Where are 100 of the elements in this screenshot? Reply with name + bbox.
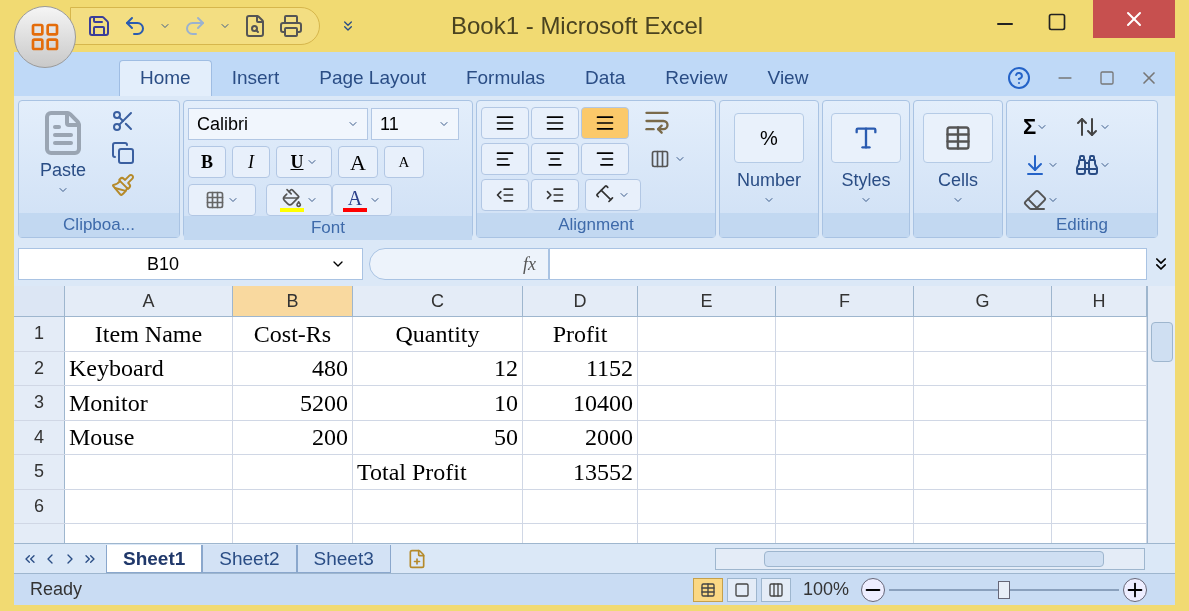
column-header[interactable]: G — [914, 286, 1052, 316]
borders-button[interactable] — [188, 184, 256, 216]
table-cell-text: 5200 — [300, 388, 348, 418]
align-right-button[interactable] — [581, 143, 629, 175]
horizontal-scrollbar[interactable] — [715, 547, 1145, 570]
table-cell-text: Monitor — [69, 388, 148, 418]
group-label: Editing — [1056, 214, 1108, 237]
view-icon — [699, 581, 716, 598]
window-title: Book1 - Microsoft Excel — [451, 11, 704, 41]
table-cell-text: 1152 — [585, 354, 633, 384]
name-box[interactable]: B10 — [18, 248, 363, 280]
decrease-indent-icon — [495, 185, 515, 205]
zoom-slider[interactable] — [889, 578, 1119, 601]
view-icon — [733, 581, 750, 598]
view-button[interactable] — [692, 577, 723, 602]
table-cell-text: Mouse — [69, 423, 135, 453]
help-icon[interactable] — [1007, 66, 1031, 90]
bold-button[interactable]: B — [188, 146, 226, 178]
undo-icon[interactable] — [123, 14, 147, 38]
row-header[interactable]: 6 — [14, 489, 65, 523]
zoom-thumb[interactable] — [998, 580, 1010, 599]
table-cell-text: 480 — [312, 354, 348, 384]
increase-indent-button[interactable] — [531, 179, 579, 211]
ribbon-tab[interactable]: Page Layout — [299, 60, 446, 96]
table-cell-text: Quantity — [395, 319, 480, 349]
ribbon-tab[interactable]: Review — [645, 60, 748, 96]
font-name-field[interactable]: Calibri — [188, 108, 368, 140]
number-button[interactable]: % Number — [724, 105, 814, 213]
ribbon-tab[interactable]: Data — [565, 60, 646, 96]
column-header[interactable]: F — [776, 286, 914, 316]
ribbon-tab[interactable]: Formulas — [445, 60, 566, 96]
increase-indent-icon — [545, 185, 565, 205]
font-size-field[interactable]: 11 — [371, 108, 459, 140]
ribbon-tab[interactable]: Home — [119, 60, 212, 96]
column-header[interactable]: D — [523, 286, 638, 316]
row-header[interactable]: 3 — [14, 386, 65, 420]
table-cell-text: Item Name — [94, 319, 203, 349]
zoom-level[interactable]: 100% — [802, 576, 849, 603]
print-preview-icon[interactable] — [243, 14, 267, 38]
table-cell-text: 10400 — [573, 388, 633, 418]
close-button[interactable] — [1093, 0, 1175, 38]
cells-button[interactable]: Cells — [918, 105, 998, 213]
status-text: Ready — [29, 578, 84, 601]
clear-icon[interactable] — [1023, 187, 1047, 212]
ribbon-tab[interactable]: View — [747, 60, 829, 96]
copy-icon[interactable] — [111, 141, 135, 165]
underline-button[interactable]: U — [276, 146, 332, 178]
view-button[interactable] — [726, 577, 757, 602]
table-cell-text: Cost-Rs — [253, 319, 332, 349]
view-icon — [767, 581, 784, 598]
printer-icon[interactable] — [279, 14, 303, 38]
row-header[interactable]: 2 — [14, 351, 65, 385]
fill-bucket-icon — [280, 188, 304, 212]
sheet-tab[interactable]: Sheet1 — [106, 544, 203, 573]
autosum-button[interactable]: Σ — [1023, 109, 1059, 145]
lines-icon — [495, 113, 515, 133]
align-center-button[interactable] — [531, 143, 579, 175]
bottom-align-button[interactable] — [581, 107, 629, 139]
table-cell-text: Keyboard — [69, 354, 164, 384]
decrease-indent-button[interactable] — [481, 179, 529, 211]
vertical-scrollbar[interactable] — [1147, 286, 1175, 543]
sheet-tab[interactable]: Sheet2 — [202, 544, 297, 573]
column-header[interactable]: C — [353, 286, 523, 316]
column-header[interactable]: E — [638, 286, 776, 316]
align-right-icon — [595, 149, 615, 169]
lines-icon — [545, 113, 565, 133]
shrink-font-button[interactable]: A — [384, 146, 424, 178]
save-icon[interactable] — [87, 14, 111, 38]
row-header[interactable]: 5 — [14, 455, 65, 489]
orientation-button[interactable] — [585, 179, 641, 211]
styles-button[interactable]: Styles — [827, 105, 905, 213]
column-header[interactable]: B — [233, 286, 353, 316]
sheet-tab[interactable]: Sheet3 — [296, 544, 391, 573]
ribbon-tab[interactable]: Insert — [211, 60, 300, 96]
table-cell-text: 10 — [494, 388, 518, 418]
grow-font-button[interactable]: A — [338, 146, 378, 178]
table-cell-text: Total Profit — [357, 457, 467, 487]
find-icon[interactable] — [1075, 153, 1099, 178]
top-align-button[interactable] — [481, 107, 529, 139]
format-painter-icon[interactable] — [111, 173, 135, 197]
italic-button[interactable]: I — [232, 146, 270, 178]
align-left-button[interactable] — [481, 143, 529, 175]
cut-icon[interactable] — [111, 109, 135, 133]
row-header[interactable]: 4 — [14, 420, 65, 454]
group-label: Font — [311, 217, 345, 240]
row-header[interactable]: 1 — [14, 317, 65, 351]
formula-field[interactable] — [549, 248, 1147, 280]
fill-color-button[interactable] — [266, 184, 332, 216]
percent-icon: % — [760, 123, 778, 153]
middle-align-button[interactable] — [531, 107, 579, 139]
table-cell-text: 12 — [494, 354, 518, 384]
insert-function-button[interactable]: fx — [369, 248, 549, 280]
font-color-button[interactable]: A — [332, 184, 392, 216]
table-cell-text: 13552 — [573, 457, 633, 487]
zoom-out-icon[interactable] — [861, 577, 885, 602]
group-label: Alignment — [558, 214, 634, 237]
view-button[interactable] — [760, 577, 791, 602]
align-left-icon — [495, 149, 515, 169]
paste-button[interactable]: Paste — [23, 105, 103, 213]
zoom-in-icon[interactable] — [1123, 577, 1147, 602]
